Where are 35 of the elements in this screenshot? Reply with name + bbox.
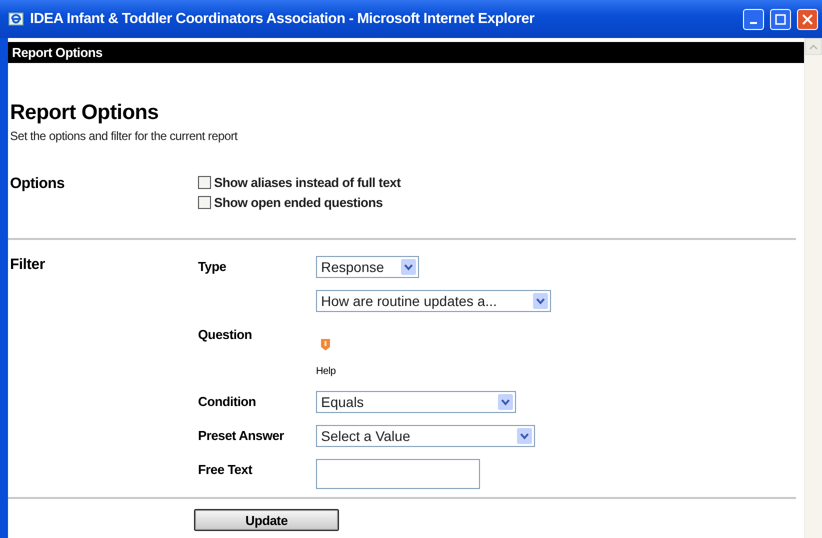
update-button[interactable]: Update [194, 509, 339, 531]
question-dropdown[interactable]: How are routine updates a... [316, 290, 551, 312]
maximize-button[interactable] [770, 8, 791, 30]
minimize-icon [750, 22, 757, 24]
field-label: Preset Answer [198, 427, 285, 443]
dropdown-value: Equals [321, 394, 364, 410]
preset-answer-dropdown[interactable]: Select a Value [316, 425, 535, 447]
window-title: IDEA Infant & Toddler Coordinators Association - Microsoft Internet Explorer [30, 11, 536, 27]
page-heading: Report Options [10, 101, 160, 125]
scroll-up-icon [809, 44, 818, 50]
help-link[interactable]: Help [316, 366, 336, 377]
checkbox-label: Show open ended questions [214, 195, 383, 210]
type-dropdown[interactable]: Response [316, 256, 419, 278]
condition-dropdown[interactable]: Equals [316, 391, 516, 413]
page-title-bar: Report Options [8, 42, 804, 63]
dropdown-value: Response [321, 259, 384, 275]
field-label: Condition [198, 393, 257, 409]
field-label: Type [198, 258, 228, 274]
field-label: Free Text [198, 461, 254, 477]
checkbox-label: Show aliases instead of full text [214, 175, 401, 190]
close-icon [802, 14, 813, 24]
checkbox[interactable] [198, 196, 211, 209]
help-icon[interactable] [320, 338, 331, 351]
section-label: Filter [10, 256, 46, 275]
maximize-icon [775, 14, 786, 24]
dropdown-value: How are routine updates a... [321, 293, 497, 309]
close-button[interactable] [797, 8, 818, 30]
minimize-button[interactable] [743, 8, 764, 30]
free-text-field[interactable] [316, 459, 480, 489]
checkbox[interactable] [198, 176, 211, 189]
field-label: Question [198, 326, 253, 342]
section-label: Options [10, 175, 66, 194]
page-subtitle: Set the options and filter for the current report [10, 129, 239, 143]
browser-icon [8, 11, 24, 27]
dropdown-value: Select a Value [321, 428, 410, 444]
